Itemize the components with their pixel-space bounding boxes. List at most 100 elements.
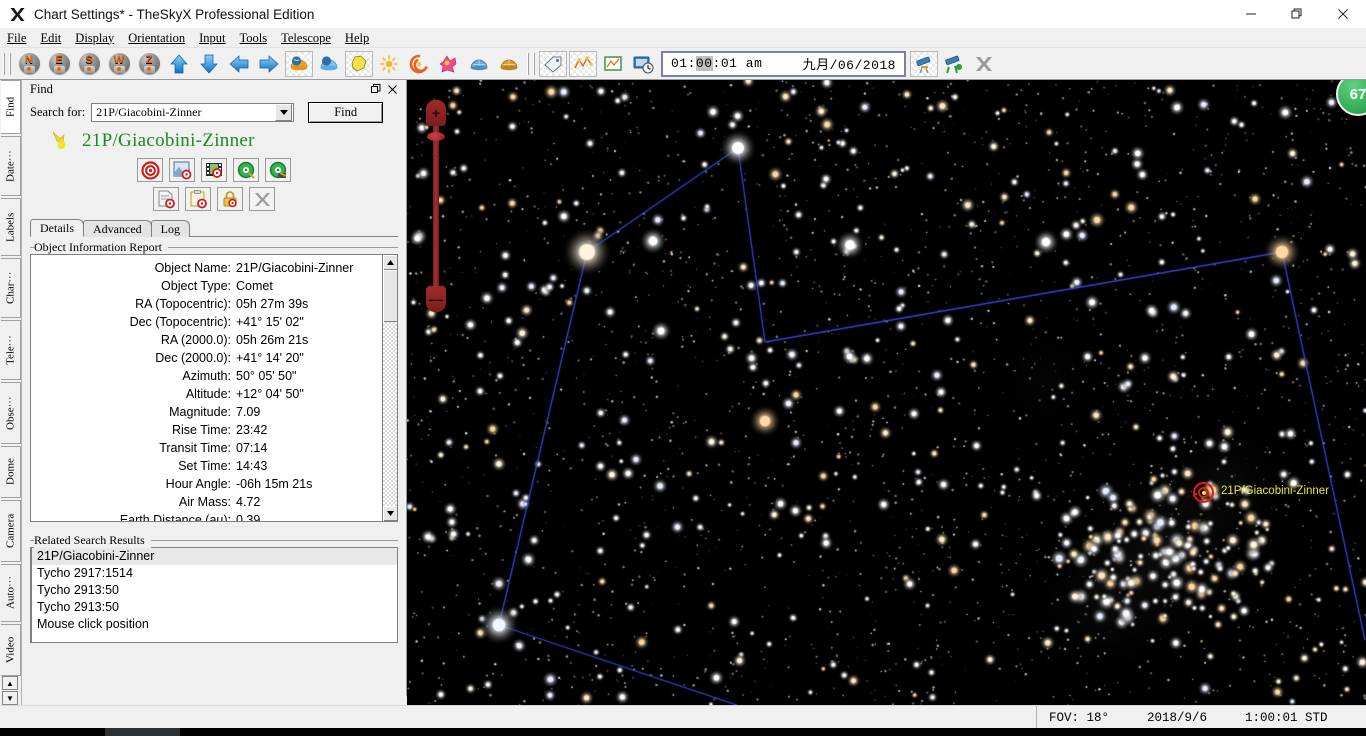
telescope-icon	[916, 56, 931, 73]
look-south-button[interactable]: S	[75, 51, 103, 77]
rail-scroll-up-button[interactable]: ▲	[2, 676, 18, 690]
menu-input[interactable]: Input	[192, 28, 232, 48]
pan-right-button[interactable]	[255, 51, 283, 77]
slew-telescope-button[interactable]	[233, 158, 259, 182]
search-input-value[interactable]: 21P/Giacobini-Zinner	[92, 105, 275, 120]
sidebar-tab-charts[interactable]: Char···	[1, 258, 21, 318]
list-item[interactable]: Tycho 2917:1514	[32, 565, 397, 582]
report-key: Azimuth:	[182, 369, 231, 383]
time-value[interactable]: 01:00:01 am	[671, 56, 762, 71]
time-sep-2: :	[712, 56, 721, 71]
report-button[interactable]	[153, 187, 179, 211]
photo-of-object-button[interactable]	[169, 158, 195, 182]
sidebar-tab-telescope[interactable]: Tele···	[1, 320, 21, 380]
tab-log[interactable]: Log	[150, 220, 190, 237]
zoom-out-button[interactable]: —	[426, 286, 446, 312]
toolbar-grip-2[interactable]	[527, 52, 535, 75]
chart-window-button[interactable]	[599, 51, 627, 77]
sidebar-tab-video[interactable]: Video	[1, 624, 21, 676]
tab-details[interactable]: Details	[30, 219, 84, 237]
rail-scroll-down-button[interactable]: ▼	[2, 691, 18, 705]
menu-orientation[interactable]: Orientation	[121, 28, 192, 48]
report-row: Transit Time: 07:14	[31, 439, 379, 457]
menu-telescope[interactable]: Telescope	[274, 28, 338, 48]
scroll-down-button[interactable]	[383, 506, 397, 521]
minimize-button[interactable]	[1228, 0, 1274, 28]
sync-telescope-button[interactable]	[265, 158, 291, 182]
related-results-list[interactable]: 21P/Giacobini-Zinner Tycho 2917:1514 Tyc…	[30, 547, 398, 643]
toolbar-grip[interactable]	[3, 52, 11, 75]
zoom-in-button[interactable]: +	[426, 100, 446, 126]
scroll-up-button[interactable]	[383, 255, 397, 270]
look-west-letter: W	[113, 53, 125, 66]
clipboard-target-icon	[190, 189, 207, 208]
sidebar-tab-find[interactable]: Find	[1, 80, 21, 134]
datetime-field[interactable]: 01:00:01 am 九月/06/2018	[661, 50, 906, 77]
object-title: 21P/Giacobini-Zinner	[82, 130, 255, 151]
find-panel-close-button[interactable]	[384, 81, 400, 97]
pan-left-button[interactable]	[225, 51, 253, 77]
sidebar-tab-labels[interactable]: Labels	[1, 198, 21, 256]
list-item[interactable]: 21P/Giacobini-Zinner	[32, 548, 397, 565]
constellation-figures-button[interactable]	[345, 50, 373, 77]
zoom-slider[interactable]: + —	[426, 100, 446, 312]
menu-display[interactable]: Display	[68, 28, 121, 48]
menu-help[interactable]: Help	[338, 28, 376, 48]
sky-chart[interactable]: 21P/Giacobini-Zinner + — 67	[407, 80, 1366, 705]
telescope-connect-button[interactable]	[910, 50, 938, 77]
sidebar-tab-date[interactable]: Date···	[1, 136, 21, 196]
look-east-button[interactable]: E	[45, 51, 73, 77]
chevron-down-icon[interactable]	[275, 103, 293, 121]
list-item[interactable]: Mouse click position	[32, 616, 397, 633]
lock-on-object-button[interactable]	[217, 187, 243, 211]
comet-marker-21p[interactable]	[1193, 482, 1215, 504]
sidebar-tab-camera[interactable]: Camera	[1, 500, 21, 562]
sidebar-tab-automation[interactable]: Auto···	[1, 564, 21, 622]
labels-button[interactable]	[539, 50, 567, 77]
tab-advanced[interactable]: Advanced	[83, 220, 152, 237]
sidebar-tab-dome[interactable]: Dome	[1, 446, 21, 498]
zoom-slider-shaft[interactable]	[433, 118, 439, 298]
menu-file[interactable]: File	[0, 28, 33, 48]
search-input[interactable]: 21P/Giacobini-Zinner	[91, 102, 295, 122]
zoom-slider-knob[interactable]	[427, 132, 445, 141]
find-button[interactable]: Find	[308, 101, 384, 123]
find-panel-float-button[interactable]	[368, 81, 384, 97]
center-object-button[interactable]	[137, 158, 163, 182]
menu-tools[interactable]: Tools	[233, 28, 275, 48]
restore-button[interactable]	[1274, 0, 1320, 28]
clipboard-button[interactable]	[185, 187, 211, 211]
star-field-canvas[interactable]	[407, 80, 1366, 705]
nebula-button[interactable]	[435, 51, 463, 77]
clear-find-button[interactable]	[249, 187, 275, 211]
pan-down-button[interactable]	[195, 51, 223, 77]
celestial-grid-blue-button[interactable]	[465, 51, 493, 77]
nebula-icon	[439, 54, 457, 72]
close-button[interactable]	[1320, 0, 1366, 28]
sidebar-tab-observing[interactable]: Obse···	[1, 382, 21, 444]
video-of-object-button[interactable]	[201, 158, 227, 182]
status-time: 1:00:01 STD	[1245, 710, 1328, 725]
date-value[interactable]: 九月/06/2018	[803, 54, 896, 73]
sun-glow-button[interactable]	[375, 51, 403, 77]
horizon-blue-button[interactable]	[315, 51, 343, 77]
scrollbar-track[interactable]	[383, 322, 397, 506]
scrollbar-thumb[interactable]	[383, 270, 397, 322]
sidebar-tab-observing-label: Obse···	[4, 396, 17, 430]
look-zenith-button[interactable]: Z	[135, 51, 163, 77]
close-chart-x-button[interactable]	[970, 51, 998, 77]
monitor-clock-icon	[633, 56, 654, 73]
menu-edit[interactable]: Edit	[33, 28, 68, 48]
horizon-orange-button[interactable]	[285, 50, 313, 77]
telescope-settings-button[interactable]	[940, 51, 968, 77]
orbit-path-button[interactable]	[569, 50, 597, 77]
list-item[interactable]: Tycho 2913:50	[32, 599, 397, 616]
report-scrollbar[interactable]	[382, 255, 397, 521]
galaxy-button[interactable]	[405, 51, 433, 77]
list-item[interactable]: Tycho 2913:50	[32, 582, 397, 599]
celestial-grid-gold-button[interactable]	[495, 51, 523, 77]
time-skip-button[interactable]	[629, 51, 657, 77]
look-west-button[interactable]: W	[105, 51, 133, 77]
look-north-button[interactable]: N	[15, 51, 43, 77]
pan-up-button[interactable]	[165, 51, 193, 77]
